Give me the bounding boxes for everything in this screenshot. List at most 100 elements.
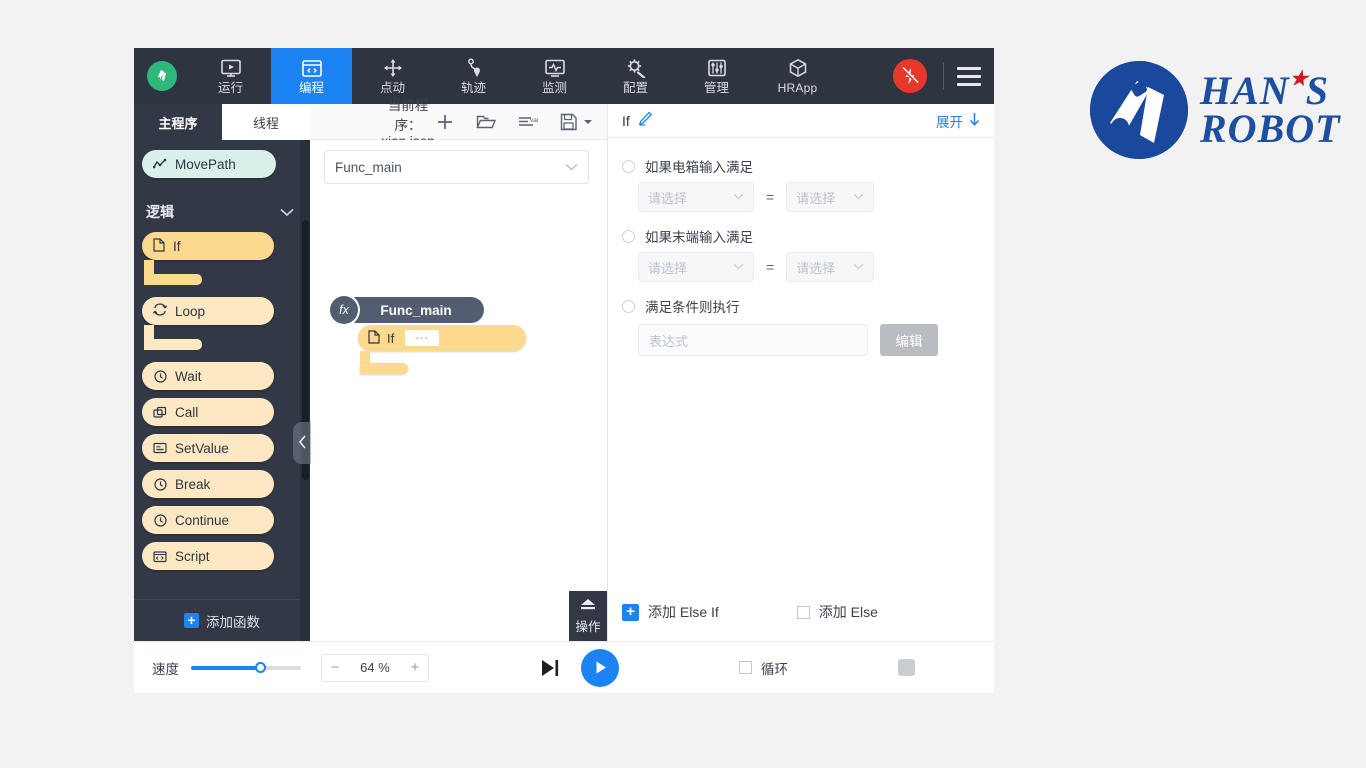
speed-decrease-button[interactable]: − — [322, 659, 348, 676]
nav-item-config[interactable]: 配置 — [595, 48, 676, 104]
palette-block-script-label: Script — [175, 548, 210, 564]
playback-control-bar: 速度 − 64 % + 循环 — [134, 641, 994, 693]
palette-section-logic[interactable]: 逻辑 — [142, 186, 302, 232]
cube-icon — [788, 57, 808, 79]
nav-item-manage[interactable]: 管理 — [676, 48, 757, 104]
checkbox-icon[interactable] — [796, 605, 810, 619]
add-else-label: 添加 Else — [818, 604, 878, 620]
open-folder-icon[interactable] — [476, 113, 496, 130]
add-else-button[interactable]: 添加 Else — [796, 602, 878, 622]
tab-thread[interactable]: 线程 — [222, 104, 310, 140]
hans-robot-mark-icon — [1090, 60, 1188, 159]
expand-button-label: 展开 — [936, 114, 963, 130]
hans-robot-logo: HAN ★ S ROBOT — [1090, 52, 1366, 167]
nav-item-run[interactable]: 运行 — [190, 48, 271, 104]
expand-button[interactable]: 展开 — [936, 111, 980, 131]
add-else-if-button[interactable]: + 添加 Else If — [622, 602, 719, 622]
loop-block-foot — [144, 339, 202, 350]
condition-radio-expression[interactable] — [622, 299, 635, 313]
loop-checkbox[interactable] — [739, 661, 752, 674]
sidebar-scrollbar[interactable] — [300, 140, 310, 641]
lightning-slash-icon — [901, 67, 919, 85]
clock-icon — [153, 369, 167, 383]
speed-slider-knob[interactable] — [255, 661, 267, 673]
chevron-down-icon — [853, 261, 864, 273]
nav-item-run-label: 运行 — [217, 81, 243, 95]
speed-slider[interactable] — [191, 661, 301, 673]
speed-stepper: − 64 % + — [321, 653, 429, 682]
collapse-sidebar-button[interactable] — [293, 422, 311, 464]
hamburger-line — [957, 66, 981, 70]
palette-block-movepath[interactable]: MovePath — [142, 150, 276, 178]
expression-input-row: 表达式 编辑 — [608, 324, 994, 356]
controlbox-right-select-placeholder: 请选择 — [796, 190, 836, 206]
menu-button[interactable] — [944, 48, 994, 104]
condition-radio-endeffector[interactable] — [622, 229, 635, 243]
variables-icon[interactable]: var — [518, 114, 538, 130]
program-canvas[interactable]: Func_main fx Func_main If --- 操作 — [310, 140, 607, 641]
function-selector-value: Func_main — [335, 159, 402, 175]
chevron-down-icon — [565, 160, 578, 174]
new-program-icon[interactable] — [436, 113, 454, 131]
controlbox-left-select[interactable]: 请选择 — [638, 182, 754, 212]
palette-block-if[interactable]: If — [142, 232, 302, 285]
step-forward-button[interactable] — [539, 658, 561, 678]
condition-radio-controlbox[interactable] — [622, 159, 635, 173]
tab-main-program[interactable]: 主程序 — [134, 104, 222, 140]
if-panel-footer: + 添加 Else If 添加 Else — [608, 583, 994, 641]
play-icon — [596, 661, 606, 674]
palette-block-wait[interactable]: Wait — [142, 362, 274, 390]
sidebar-scroll-area: MovePath 逻辑 If Loop Wait Call SetValue B… — [134, 140, 310, 599]
program-node-if-condition-slot[interactable]: --- — [405, 330, 440, 346]
condition-row-controlbox[interactable]: 如果电箱输入满足 — [608, 156, 994, 176]
emergency-stop-button[interactable] — [893, 59, 927, 93]
palette-block-loop-label: Loop — [175, 303, 206, 319]
condition-row-expression[interactable]: 满足条件则执行 — [608, 296, 994, 316]
pencil-icon[interactable] — [638, 111, 653, 131]
hans-robot-wordmark: HAN ★ S ROBOT — [1200, 69, 1341, 149]
script-icon — [153, 549, 167, 563]
condition-row-endeffector[interactable]: 如果末端输入满足 — [608, 226, 994, 246]
palette-block-continue-label: Continue — [175, 512, 230, 528]
operations-tab[interactable]: 操作 — [569, 591, 607, 641]
endeffector-right-select[interactable]: 请选择 — [786, 252, 875, 282]
hans-robot-wordmark-line1: HAN ★ S — [1200, 69, 1341, 111]
function-selector[interactable]: Func_main — [324, 150, 589, 184]
nav-item-hrapp[interactable]: HRApp — [757, 48, 838, 104]
palette-block-call[interactable]: Call — [142, 398, 274, 426]
nav-item-trajectory[interactable]: 轨迹 — [433, 48, 514, 104]
controlbox-right-select[interactable]: 请选择 — [786, 182, 875, 212]
nav-item-monitor[interactable]: 监测 — [514, 48, 595, 104]
save-icon[interactable] — [560, 113, 593, 131]
program-node-if-header[interactable]: If --- — [358, 325, 526, 351]
call-stack-icon — [153, 405, 167, 419]
nav-item-trajectory-label: 轨迹 — [460, 81, 486, 95]
add-function-button[interactable]: + 添加函数 — [134, 599, 310, 641]
speed-increase-button[interactable]: + — [402, 659, 428, 676]
program-node-if[interactable]: If --- — [358, 325, 526, 374]
main-body: 主程序 线程 MovePath 逻辑 If Loop Wait Call Set… — [134, 98, 994, 641]
expression-input[interactable]: 表达式 — [638, 324, 868, 356]
endeffector-left-select[interactable]: 请选择 — [638, 252, 754, 282]
palette-block-movepath-label: MovePath — [175, 156, 236, 172]
code-window-icon — [301, 57, 323, 79]
expression-edit-button[interactable]: 编辑 — [880, 324, 938, 356]
value-box-icon — [153, 441, 167, 455]
hans-robot-arm-glyph — [1090, 60, 1188, 159]
palette-block-script[interactable]: Script — [142, 542, 274, 570]
nav-item-hrapp-label: HRApp — [777, 81, 818, 95]
chevron-down-icon — [733, 261, 744, 273]
operations-tab-label: 操作 — [575, 619, 601, 634]
palette-block-break[interactable]: Break — [142, 470, 274, 498]
palette-block-loop[interactable]: Loop — [142, 297, 302, 350]
play-button[interactable] — [581, 648, 619, 687]
clock-icon — [153, 513, 167, 527]
chevron-down-icon — [280, 204, 294, 220]
palette-block-setvalue[interactable]: SetValue — [142, 434, 274, 462]
palette-block-continue[interactable]: Continue — [142, 506, 274, 534]
loop-checkbox-row[interactable]: 循环 — [739, 658, 788, 678]
condition-label-controlbox: 如果电箱输入满足 — [645, 160, 753, 175]
program-canvas-panel: 当前程序：xian.json var — [310, 98, 608, 641]
stop-button[interactable] — [898, 659, 915, 676]
program-node-func-main[interactable]: fx Func_main — [330, 296, 484, 324]
